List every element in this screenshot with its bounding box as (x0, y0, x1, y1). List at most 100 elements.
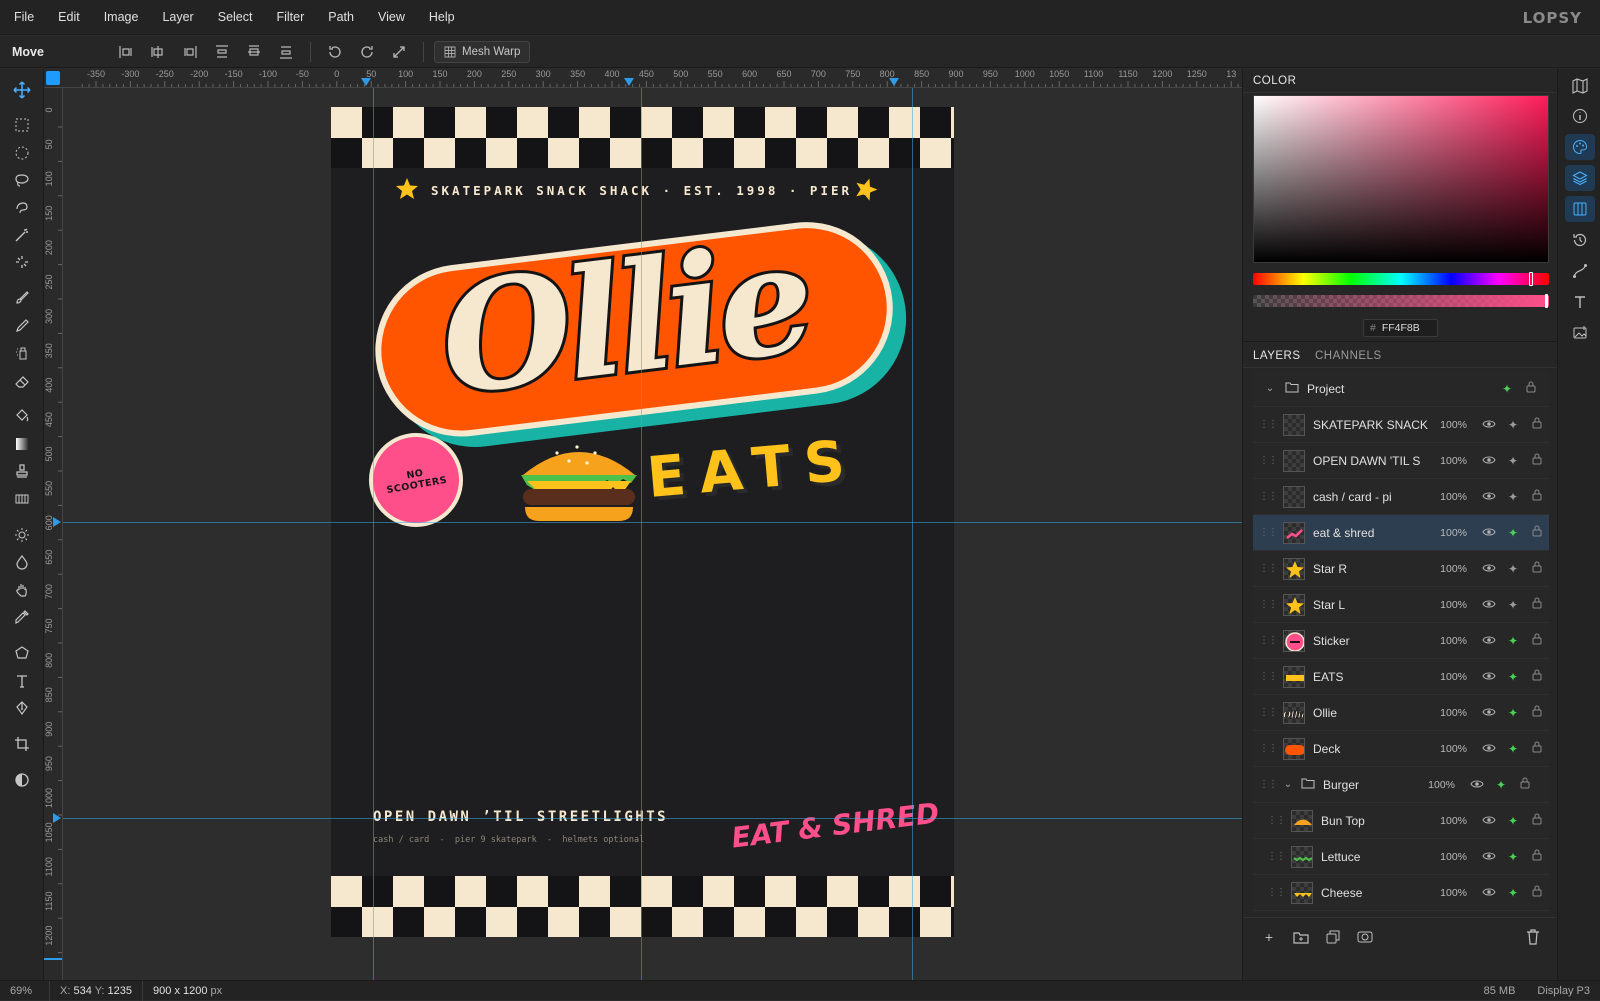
text-tool-icon[interactable] (7, 668, 37, 694)
layer-row[interactable]: ⋮⋮ (1253, 911, 1549, 913)
eye-icon[interactable] (1477, 814, 1501, 828)
spray-icon[interactable] (7, 340, 37, 366)
add-layer-icon[interactable]: + (1253, 924, 1285, 950)
hand-icon[interactable] (7, 577, 37, 603)
lock-icon[interactable] (1519, 381, 1543, 396)
layer-row[interactable]: ⋮⋮ cash / card - pi 100% ✦ (1253, 479, 1549, 515)
layer-row[interactable]: ⋮⋮ SKATEPARK SNACK 100% ✦ (1253, 407, 1549, 443)
layer-opacity[interactable]: 100% (1431, 563, 1467, 575)
mesh-warp-button[interactable]: Mesh Warp (434, 40, 531, 63)
drag-handle-icon[interactable]: ⋮⋮ (1259, 563, 1278, 574)
effects-icon[interactable]: ✦ (1501, 706, 1525, 720)
layer-row[interactable]: ⋮⋮ Sticker 100% ✦ (1253, 623, 1549, 659)
guide-horizontal[interactable] (63, 818, 1242, 819)
paths-icon[interactable] (1565, 258, 1595, 284)
lock-icon[interactable] (1525, 741, 1549, 756)
lock-icon[interactable] (1525, 705, 1549, 720)
chevron-down-icon[interactable]: ⌄ (1279, 779, 1297, 790)
lasso-icon[interactable] (7, 167, 37, 193)
layer-opacity[interactable]: 100% (1419, 779, 1455, 791)
eye-icon[interactable] (1465, 778, 1489, 792)
layer-opacity[interactable]: 100% (1431, 743, 1467, 755)
eye-icon[interactable] (1477, 526, 1501, 540)
color-mode-icon[interactable] (7, 767, 37, 793)
alpha-slider[interactable] (1253, 294, 1549, 308)
navigator-icon[interactable] (1565, 73, 1595, 99)
lock-icon[interactable] (1525, 561, 1549, 576)
menu-select[interactable]: Select (206, 0, 265, 35)
ellipse-select-icon[interactable] (7, 140, 37, 166)
layer-row[interactable]: ⋮⋮ Cheese 100% ✦ (1253, 875, 1549, 911)
ruler-horizontal[interactable]: -350 -300 -250 -200 -150 -100 -50 0 50 100 150 200 2… (44, 69, 1242, 88)
layer-row[interactable]: ⋮⋮ Deck 100% ✦ (1253, 731, 1549, 767)
drag-handle-icon[interactable]: ⋮⋮ (1259, 491, 1278, 502)
effects-icon[interactable]: ✦ (1501, 850, 1525, 864)
info-icon[interactable] (1565, 103, 1595, 129)
rotate-cw-icon[interactable] (351, 39, 383, 65)
layer-opacity[interactable]: 100% (1431, 455, 1467, 467)
effects-icon[interactable]: ✦ (1501, 562, 1525, 576)
canvas-workspace[interactable]: SKATEPARK SNACK SHACK · EST. 1998 · PIER… (63, 88, 1242, 980)
align-bottom-icon[interactable] (270, 39, 302, 65)
layer-mask-icon[interactable] (1349, 924, 1381, 950)
lock-icon[interactable] (1525, 633, 1549, 648)
layer-opacity[interactable]: 100% (1431, 527, 1467, 539)
guide-vertical[interactable] (912, 88, 913, 980)
layer-row[interactable]: ⋮⋮ Star L 100% ✦ (1253, 587, 1549, 623)
drag-handle-icon[interactable]: ⋮⋮ (1259, 707, 1278, 718)
lock-icon[interactable] (1525, 669, 1549, 684)
effects-icon[interactable]: ✦ (1501, 598, 1525, 612)
layer-row[interactable]: ⋮⋮ OPEN DAWN 'TIL S 100% ✦ (1253, 443, 1549, 479)
hex-input[interactable]: # FF4F8B (1363, 319, 1438, 337)
eye-icon[interactable] (1477, 706, 1501, 720)
color-palette-icon[interactable] (1565, 134, 1595, 160)
eye-icon[interactable] (1477, 850, 1501, 864)
align-left-icon[interactable] (110, 39, 142, 65)
layer-row[interactable]: ⋮⋮ EATS 100% ✦ (1253, 659, 1549, 695)
guide-vertical[interactable] (373, 88, 374, 980)
stamp-icon[interactable] (7, 458, 37, 484)
effects-icon[interactable]: ✦ (1501, 454, 1525, 468)
hue-handle[interactable] (1529, 272, 1533, 286)
drag-handle-icon[interactable]: ⋮⋮ (1267, 851, 1286, 862)
crop-icon[interactable] (7, 731, 37, 757)
effects-icon[interactable]: ✦ (1501, 670, 1525, 684)
effects-icon[interactable]: ✦ (1501, 526, 1525, 540)
smudge-icon[interactable] (7, 549, 37, 575)
gradient-icon[interactable] (7, 431, 37, 457)
pen-tool-icon[interactable] (7, 695, 37, 721)
effects-icon[interactable]: ✦ (1495, 382, 1519, 396)
eye-icon[interactable] (1477, 670, 1501, 684)
layer-opacity[interactable]: 100% (1431, 887, 1467, 899)
drag-handle-icon[interactable]: ⋮⋮ (1259, 635, 1278, 646)
effects-icon[interactable]: ✦ (1501, 634, 1525, 648)
menu-filter[interactable]: Filter (264, 0, 316, 35)
history-icon[interactable] (1565, 227, 1595, 253)
layers-panel-tab[interactable]: LAYERS (1253, 350, 1301, 362)
rect-select-icon[interactable] (7, 112, 37, 138)
bucket-icon[interactable] (7, 403, 37, 429)
lock-icon[interactable] (1513, 777, 1537, 792)
layer-row[interactable]: ⋮⋮ Bun Top 100% ✦ (1253, 803, 1549, 839)
layer-opacity[interactable]: 100% (1431, 419, 1467, 431)
ruler-origin-marker[interactable] (46, 71, 60, 85)
layer-opacity[interactable]: 100% (1431, 707, 1467, 719)
channels-icon[interactable] (1565, 196, 1595, 222)
lock-icon[interactable] (1525, 417, 1549, 432)
eraser-icon[interactable] (7, 368, 37, 394)
layer-opacity[interactable]: 100% (1431, 491, 1467, 503)
drag-handle-icon[interactable]: ⋮⋮ (1259, 419, 1278, 430)
layer-opacity[interactable]: 100% (1431, 851, 1467, 863)
align-middle-v-icon[interactable] (238, 39, 270, 65)
character-icon[interactable] (1565, 289, 1595, 315)
layer-row[interactable]: ⋮⋮ Lettuce 100% ✦ (1253, 839, 1549, 875)
eye-icon[interactable] (1477, 418, 1501, 432)
delete-layer-icon[interactable] (1517, 924, 1549, 950)
pattern-icon[interactable] (7, 486, 37, 512)
expand-icon[interactable] (383, 39, 415, 65)
brush-icon[interactable] (7, 285, 37, 311)
effects-icon[interactable]: ✦ (1501, 886, 1525, 900)
lock-icon[interactable] (1525, 849, 1549, 864)
magic-wand-icon[interactable] (7, 222, 37, 248)
eye-icon[interactable] (1477, 886, 1501, 900)
